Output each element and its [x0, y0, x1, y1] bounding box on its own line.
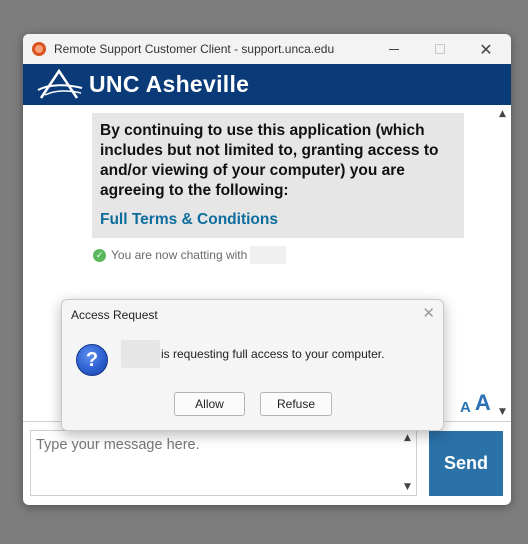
dialog-title: Access Request	[71, 308, 158, 322]
remote-support-window: Remote Support Customer Client - support…	[23, 34, 511, 505]
scroll-up-arrow-icon[interactable]: ▲	[499, 109, 506, 119]
maximize-button[interactable]	[417, 34, 463, 64]
terms-text: By continuing to use this application (w…	[100, 122, 439, 199]
close-icon: ✕	[479, 39, 493, 59]
redacted-requester-name	[121, 340, 160, 368]
message-input-scrollbar[interactable]: ▲ ▼	[401, 431, 416, 495]
send-button[interactable]: Send	[429, 431, 503, 496]
input-scroll-up-icon[interactable]: ▲	[404, 433, 411, 443]
refuse-button[interactable]: Refuse	[260, 392, 332, 416]
terms-notice: By continuing to use this application (w…	[92, 113, 464, 238]
font-size-controls: A A	[460, 390, 491, 416]
minimize-icon	[389, 48, 399, 50]
allow-button[interactable]: Allow	[174, 392, 245, 416]
maximize-icon	[435, 44, 445, 54]
message-input-container: ▲ ▼	[30, 430, 417, 496]
scroll-down-arrow-icon[interactable]: ▼	[499, 407, 506, 417]
check-circle-icon: ✓	[93, 248, 106, 262]
chat-status: ✓ You are now chatting with	[93, 246, 287, 264]
close-button[interactable]: ✕	[463, 34, 509, 64]
message-input[interactable]	[31, 431, 402, 495]
decrease-font-button[interactable]: A	[460, 399, 471, 416]
app-logo-icon	[32, 42, 46, 56]
dialog-message: is requesting full access to your comput…	[121, 340, 384, 368]
terms-link[interactable]: Full Terms & Conditions	[100, 211, 456, 229]
unc-asheville-logo-icon	[37, 68, 83, 99]
minimize-button[interactable]	[371, 34, 417, 64]
brand-header: UNC Asheville	[23, 64, 511, 105]
brand-name: UNC Asheville	[89, 71, 250, 97]
increase-font-button[interactable]: A	[475, 390, 491, 416]
dialog-message-text: is requesting full access to your comput…	[161, 347, 385, 361]
redacted-agent-name	[250, 246, 287, 264]
title-bar[interactable]: Remote Support Customer Client - support…	[23, 34, 511, 64]
chat-scrollbar[interactable]: ▲ ▼	[495, 105, 511, 421]
dialog-close-icon[interactable]: ✕	[422, 304, 435, 322]
access-request-dialog: Access Request ✕ ? is requesting full ac…	[61, 299, 444, 431]
window-title: Remote Support Customer Client - support…	[54, 42, 335, 56]
question-icon: ?	[76, 344, 108, 376]
chat-status-text: You are now chatting with	[111, 248, 248, 262]
input-scroll-down-icon[interactable]: ▼	[404, 482, 411, 492]
